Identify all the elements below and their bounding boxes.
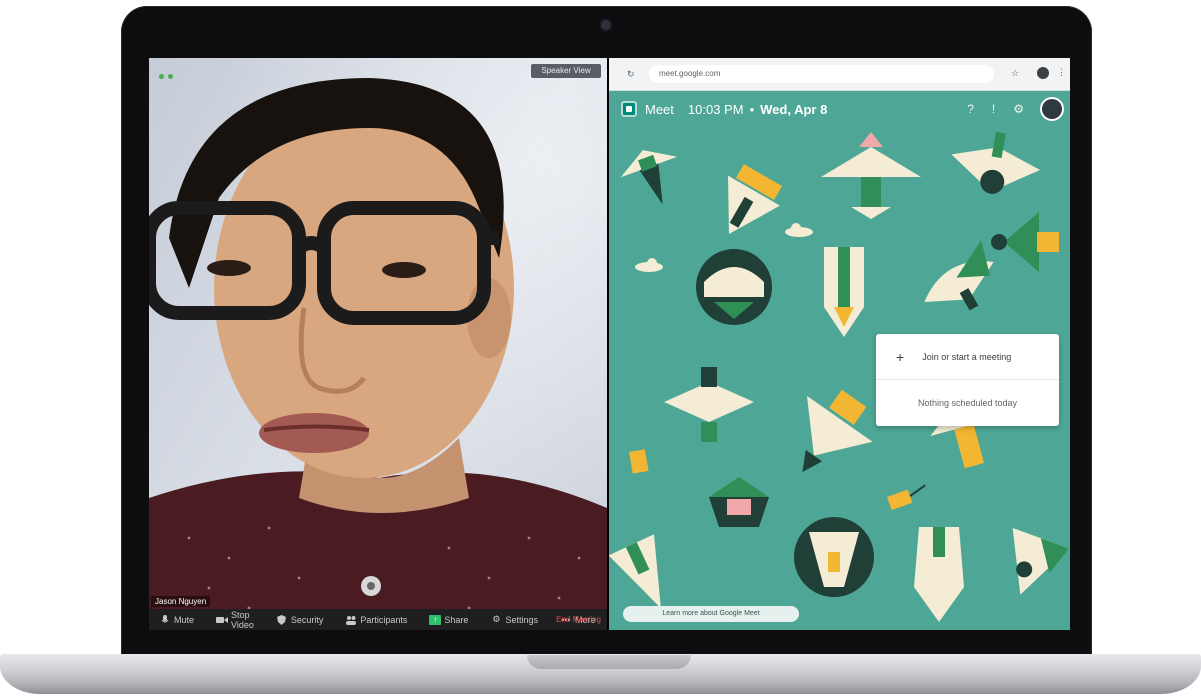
help-icon[interactable]: ? <box>967 102 974 116</box>
browser-account-avatar[interactable] <box>1037 67 1049 79</box>
user-avatar[interactable] <box>1042 99 1062 119</box>
meet-logo-icon <box>621 101 637 117</box>
meet-time: 10:03 PM <box>687 101 744 117</box>
browser-toolbar: ↻ meet.google.com ☆ ⋮ <box>609 58 1070 91</box>
security-label: Security <box>290 614 324 625</box>
join-or-start-meeting-button[interactable]: + Join or start a meeting <box>876 334 1059 380</box>
laptop-screen: Speaker View Jason Nguyen Mute Stop Vide… <box>149 58 1070 630</box>
reload-icon[interactable]: ↻ <box>627 69 635 80</box>
participants-label: Participants <box>360 614 408 625</box>
small-cloud-1 <box>785 223 813 237</box>
participant-video <box>149 78 607 630</box>
bookmark-star-icon[interactable]: ☆ <box>1011 68 1019 79</box>
bird-7 <box>924 240 994 311</box>
join-meeting-label: Join or start a meeting <box>922 351 1012 362</box>
window-status-dots <box>159 66 177 84</box>
bird-8 <box>991 212 1059 272</box>
share-label: Share <box>444 614 469 625</box>
participants-icon <box>345 615 357 625</box>
bird-14 <box>914 527 964 622</box>
small-cloud-2 <box>635 258 663 272</box>
meet-date: Wed, Apr 8 <box>760 101 828 117</box>
small-tag-1 <box>629 449 649 474</box>
bird-5 <box>696 249 772 325</box>
small-tag-2 <box>887 484 926 511</box>
bird-2 <box>728 164 783 234</box>
zoom-toolbar: Mute Stop Video Security Participants ↑ … <box>149 609 607 630</box>
browser-menu-icon[interactable]: ⋮ <box>1057 67 1066 78</box>
browser-window: ↻ meet.google.com ☆ ⋮ Meet 10:03 PM • We… <box>609 58 1070 630</box>
stop-video-label: Stop Video <box>231 609 254 630</box>
microphone-icon <box>159 614 171 625</box>
no-meetings-message: Nothing scheduled today <box>917 398 1018 408</box>
bird-12 <box>709 477 769 527</box>
mute-button[interactable]: Mute <box>159 614 195 625</box>
participant-name-tag: Jason Nguyen <box>151 596 211 607</box>
participants-button[interactable]: Participants <box>345 615 407 625</box>
bird-9 <box>664 367 754 442</box>
stop-video-button[interactable]: Stop Video <box>216 610 254 630</box>
end-meeting-button[interactable]: End Meeting <box>556 615 601 624</box>
shield-icon <box>276 614 288 625</box>
laptop-opening-notch <box>527 655 691 669</box>
meet-footer-link[interactable]: Learn more about Google Meet <box>623 606 799 622</box>
settings-gear-icon[interactable]: ⚙ <box>1013 102 1024 116</box>
meet-app-name: Meet <box>645 101 674 117</box>
bird-1 <box>620 150 678 205</box>
bird-15 <box>1012 527 1070 595</box>
meeting-menu: + Join or start a meeting Nothing schedu… <box>876 334 1059 426</box>
plus-icon: + <box>896 348 905 365</box>
feedback-icon[interactable]: ! <box>992 102 995 116</box>
meet-header-actions: ? ! ⚙ <box>967 99 1062 119</box>
share-screen-button[interactable]: ↑ Share <box>429 614 469 625</box>
settings-label: Settings <box>505 614 538 625</box>
mute-label: Mute <box>174 614 195 625</box>
settings-button[interactable]: ⚙ Settings <box>490 614 538 625</box>
bird-4 <box>951 131 1041 194</box>
webcam-icon <box>601 20 611 30</box>
zoom-video-panel: Speaker View Jason Nguyen Mute Stop Vide… <box>149 58 607 630</box>
speaker-view-button[interactable]: Speaker View <box>531 64 601 78</box>
bird-6 <box>824 247 864 337</box>
share-screen-icon: ↑ <box>429 614 442 625</box>
bird-13 <box>794 517 874 597</box>
meet-header: Meet 10:03 PM • Wed, Apr 8 ? ! ⚙ <box>609 91 1070 127</box>
security-button[interactable]: Security <box>276 614 324 625</box>
video-camera-icon <box>216 615 229 625</box>
gear-icon: ⚙ <box>492 614 501 624</box>
address-bar[interactable]: meet.google.com <box>649 65 994 83</box>
bird-3 <box>821 132 921 219</box>
bird-10 <box>802 389 873 473</box>
meet-separator: • <box>749 101 755 117</box>
